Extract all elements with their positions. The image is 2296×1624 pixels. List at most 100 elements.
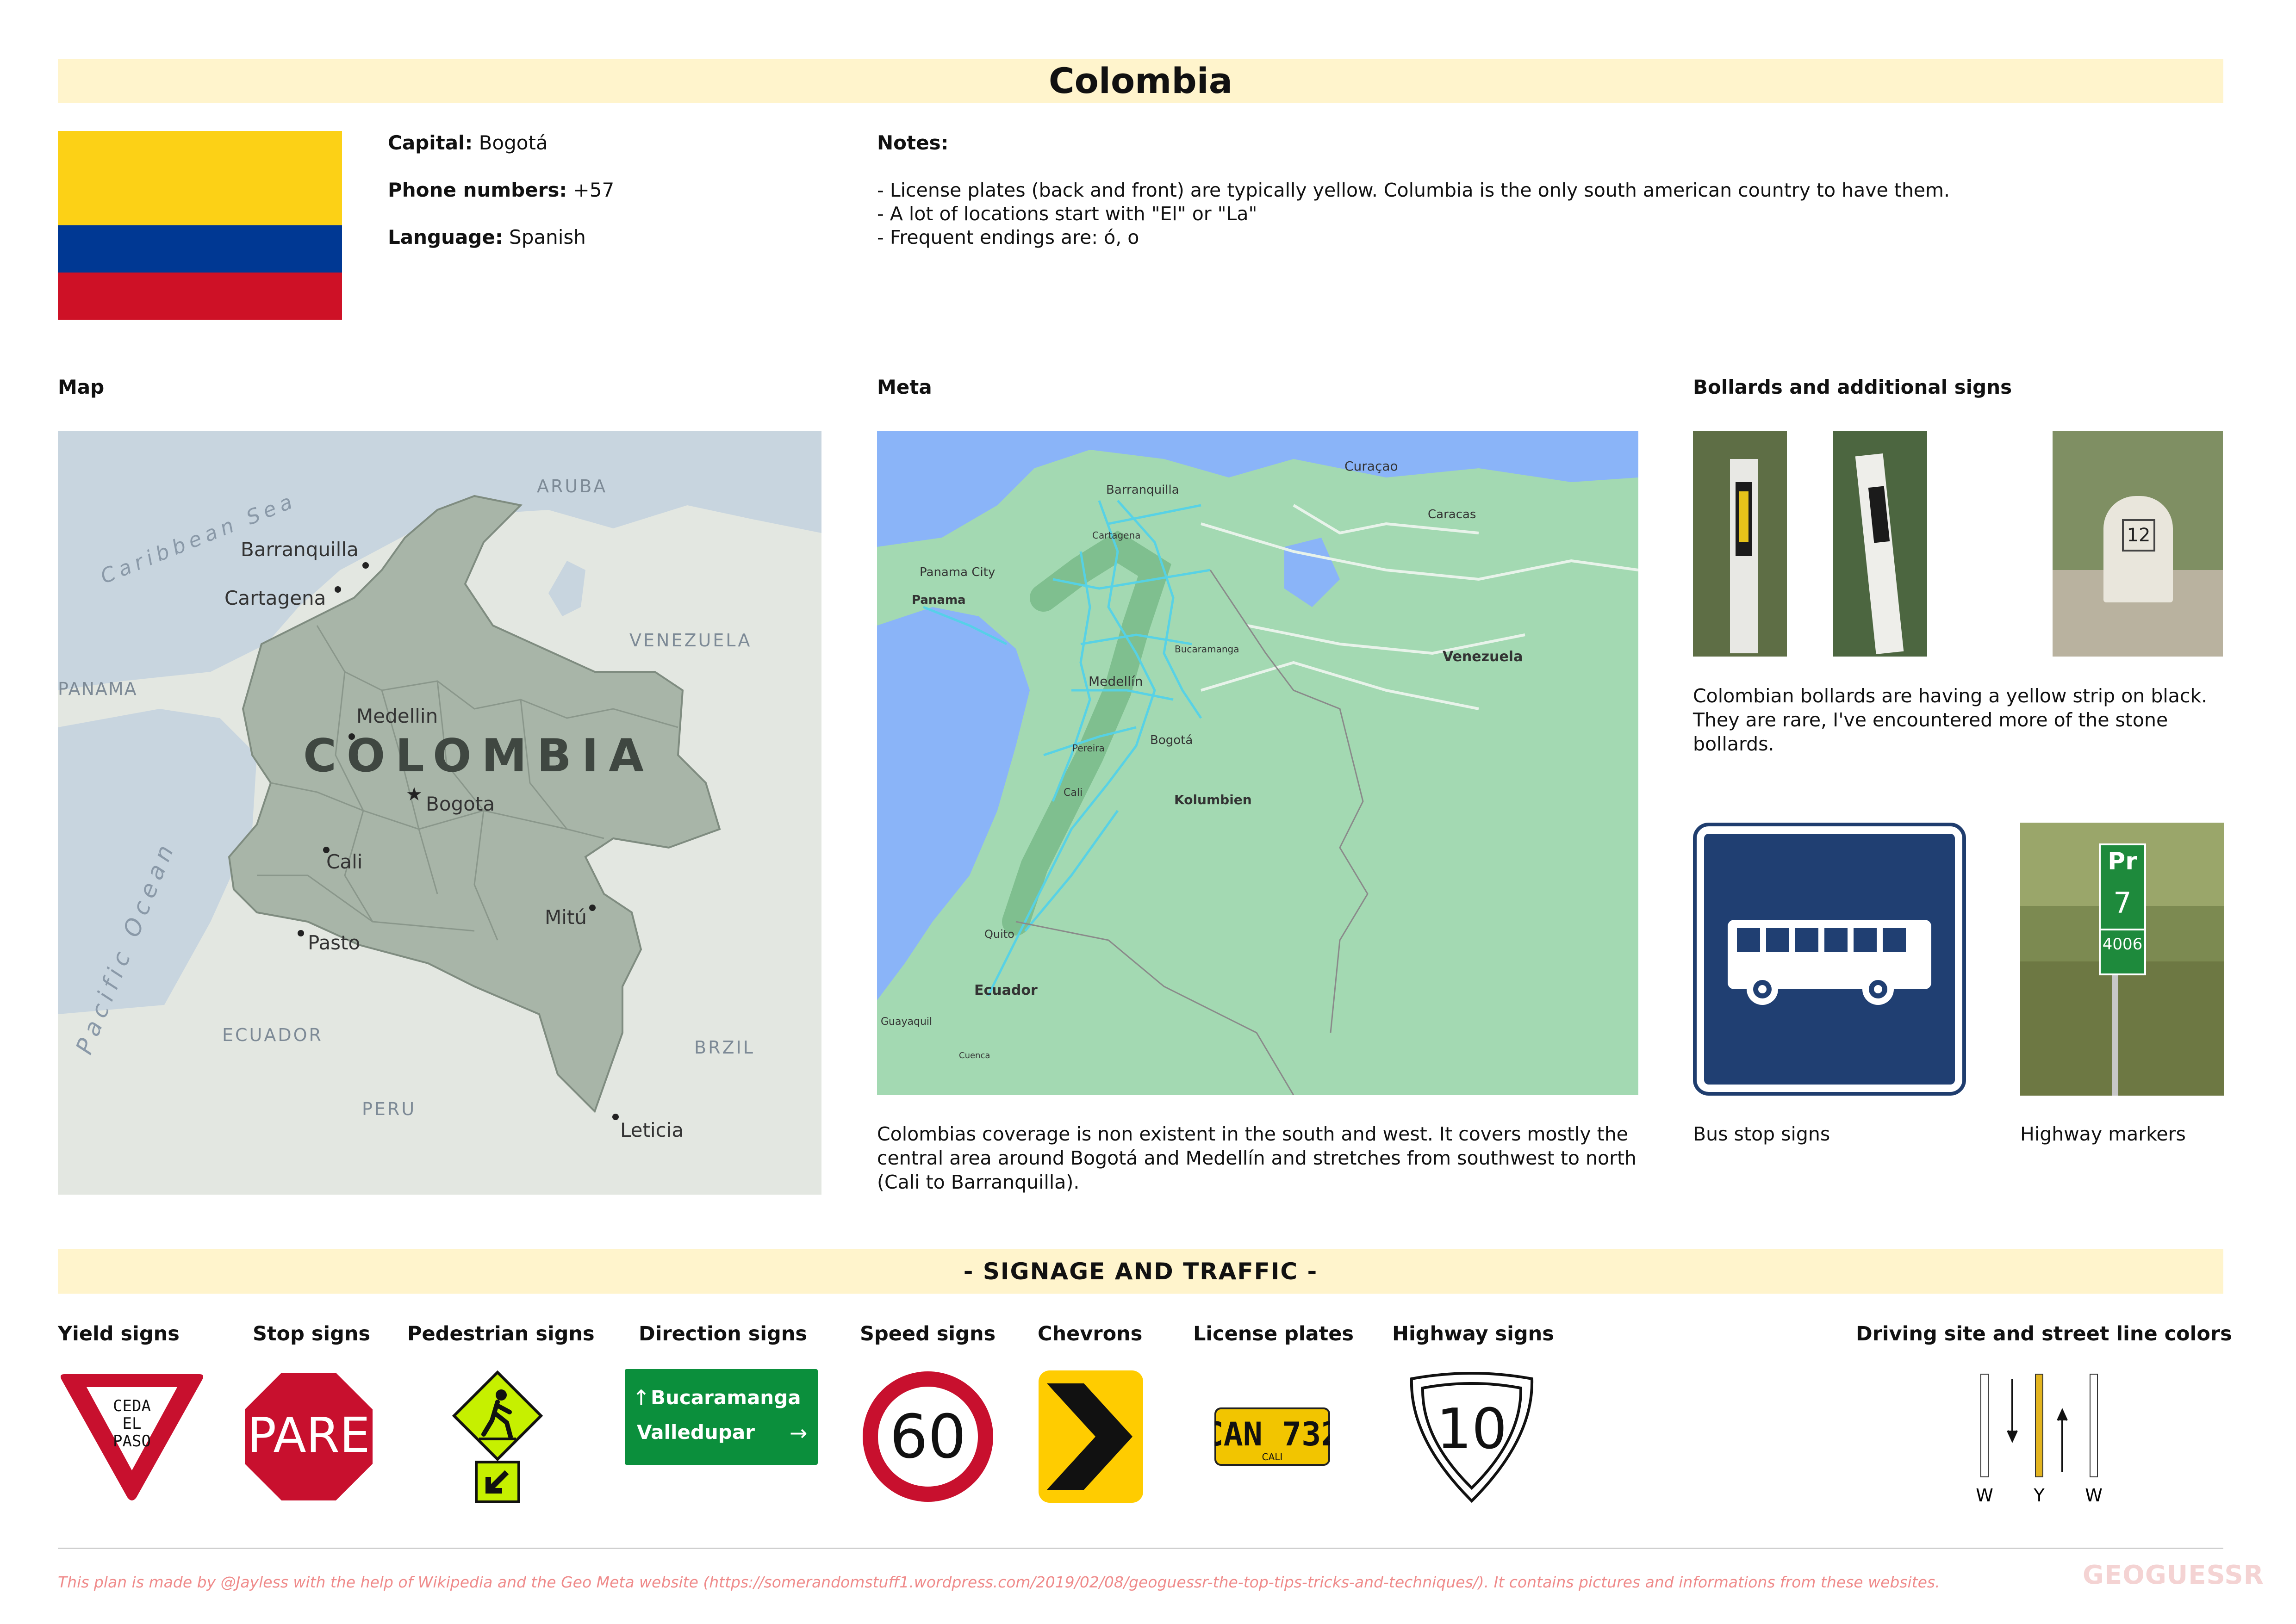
speed-value: 60 bbox=[890, 1401, 966, 1472]
capital-row: Capital: Bogotá bbox=[388, 131, 548, 155]
coverage-label: Guayaquil bbox=[881, 1016, 932, 1028]
direction-line-1: Bucaramanga bbox=[651, 1386, 801, 1409]
stop-text: PARE bbox=[247, 1407, 370, 1463]
map-label: ARUBA bbox=[537, 476, 607, 496]
line-white-left bbox=[1980, 1374, 1989, 1477]
pedestrian-sign bbox=[452, 1370, 543, 1503]
signage-banner: - SIGNAGE AND TRAFFIC - bbox=[58, 1249, 2223, 1294]
highway-marker-number: 7 bbox=[2113, 886, 2132, 920]
phone-label: Phone numbers: bbox=[388, 179, 567, 201]
coverage-label: Bucaramanga bbox=[1175, 644, 1239, 655]
arrow-up-icon: ↑ bbox=[632, 1385, 650, 1410]
coverage-label: Cali bbox=[1064, 787, 1083, 799]
stop-label: Stop signs bbox=[253, 1322, 371, 1345]
arrow-down-icon bbox=[2007, 1379, 2018, 1443]
highway-marker-top: Pr bbox=[2108, 848, 2137, 875]
highway-marker-photo: Pr 7 4006 bbox=[2020, 823, 2224, 1096]
page-title: Colombia bbox=[58, 59, 2223, 103]
bollard-photo-yellow bbox=[1693, 431, 1787, 657]
speed-label: Speed signs bbox=[860, 1322, 996, 1345]
bollard-photo-white bbox=[1833, 431, 1927, 657]
plates-label: License plates bbox=[1193, 1322, 1354, 1345]
phone-value: +57 bbox=[573, 179, 615, 201]
license-plate: CAN 732 CALI bbox=[1214, 1407, 1330, 1466]
meta-section-label: Meta bbox=[877, 376, 932, 398]
map-label: Mitú bbox=[545, 906, 587, 929]
map-label: Bogota bbox=[426, 793, 495, 815]
notes-label: Notes: bbox=[877, 131, 949, 154]
map-label: PERU bbox=[362, 1099, 416, 1119]
direction-label: Direction signs bbox=[639, 1322, 808, 1345]
flag-stripe-blue bbox=[58, 225, 342, 273]
highway-marker-sign: Pr 7 4006 bbox=[2099, 843, 2146, 975]
flag-colombia bbox=[58, 131, 342, 320]
map-label: ECUADOR bbox=[222, 1025, 323, 1045]
capital-label: Capital: bbox=[388, 131, 473, 154]
bollards-description: Colombian bollards are having a yellow s… bbox=[1693, 685, 2208, 755]
driving-label: Driving site and street line colors bbox=[1856, 1322, 2232, 1345]
map-label: Cali bbox=[326, 850, 362, 873]
capital-star-icon: ★ bbox=[406, 784, 423, 805]
language-row: Language: Spanish bbox=[388, 225, 586, 249]
bollard-post bbox=[1855, 453, 1904, 654]
map-section-label: Map bbox=[58, 376, 105, 398]
highway-label: Highway signs bbox=[1392, 1322, 1554, 1345]
arrow-up-icon bbox=[2057, 1408, 2068, 1472]
map-label: Barranquilla bbox=[241, 538, 359, 561]
footer-divider bbox=[58, 1548, 2223, 1549]
bollards-section-label: Bollards and additional signs bbox=[1693, 376, 2012, 398]
flag-stripe-red bbox=[58, 273, 342, 320]
note-line: - A lot of locations start with "El" or … bbox=[877, 203, 1257, 225]
coverage-label: Panama bbox=[912, 593, 966, 607]
map-label: Medellin bbox=[356, 705, 438, 727]
map-label: Cartagena bbox=[224, 587, 326, 609]
phone-row: Phone numbers: +57 bbox=[388, 178, 614, 202]
flag-stripe-yellow bbox=[58, 131, 342, 225]
direction-sign: ↑ Bucaramanga Valledupar → bbox=[623, 1367, 820, 1467]
direction-line-2: Valledupar bbox=[637, 1421, 755, 1444]
coverage-label: Curaçao bbox=[1344, 459, 1398, 474]
marker-pole bbox=[2112, 971, 2118, 1096]
line-white-right bbox=[2090, 1374, 2098, 1477]
map-label: PANAMA bbox=[58, 679, 137, 699]
coverage-label: Caracas bbox=[1428, 508, 1476, 521]
language-value: Spanish bbox=[509, 226, 586, 248]
coverage-label: Quito bbox=[984, 928, 1014, 941]
line-color-letter: Y bbox=[2033, 1485, 2045, 1506]
yield-text: CEDA bbox=[113, 1397, 151, 1415]
highway-marker-bottom: 4006 bbox=[2101, 929, 2144, 958]
coverage-label: Bogotá bbox=[1150, 733, 1193, 747]
stone-bollard-number: 12 bbox=[2122, 519, 2155, 552]
capital-value: Bogotá bbox=[479, 131, 548, 154]
line-color-letter: W bbox=[2085, 1485, 2103, 1506]
map-label: VENEZUELA bbox=[629, 630, 752, 651]
footer-credits: This plan is made by @Jayless with the h… bbox=[58, 1573, 1940, 1591]
language-label: Language: bbox=[388, 226, 503, 248]
line-yellow-center bbox=[2035, 1374, 2043, 1477]
note-line: - License plates (back and front) are ty… bbox=[877, 179, 1950, 201]
coverage-label: Cartagena bbox=[1092, 530, 1140, 541]
highway-number: 10 bbox=[1437, 1397, 1507, 1462]
yield-text: PASO bbox=[113, 1432, 151, 1450]
map-label: BRZIL bbox=[694, 1037, 755, 1058]
meta-description: Colombias coverage is non existent in th… bbox=[877, 1123, 1637, 1193]
highway-shield: 10 bbox=[1410, 1372, 1534, 1503]
arrow-right-icon: → bbox=[790, 1420, 808, 1445]
highway-marker-caption: Highway markers bbox=[2020, 1123, 2186, 1145]
yield-label: Yield signs bbox=[58, 1322, 180, 1345]
geoguessr-logo: GEOGUESSR bbox=[2083, 1560, 2264, 1590]
plate-city: CALI bbox=[1262, 1451, 1283, 1463]
yield-text: EL bbox=[123, 1414, 142, 1433]
note-line: - Frequent endings are: ó, o bbox=[877, 226, 1139, 248]
bus-stop-sign bbox=[1693, 823, 1966, 1096]
bus-stop-caption: Bus stop signs bbox=[1693, 1123, 1830, 1145]
driving-side-diagram: W Y W bbox=[1976, 1374, 2103, 1506]
map-country-label: COLOMBIA bbox=[303, 730, 654, 782]
line-color-letter: W bbox=[1976, 1485, 1993, 1506]
plate-number: CAN 732 bbox=[1214, 1415, 1330, 1453]
speed-sign: 60 bbox=[863, 1371, 993, 1502]
bollard-yellow-reflector bbox=[1739, 491, 1748, 542]
stop-sign: PARE bbox=[242, 1370, 375, 1503]
coverage-label: Venezuela bbox=[1443, 649, 1523, 665]
map-label: Leticia bbox=[620, 1119, 684, 1141]
